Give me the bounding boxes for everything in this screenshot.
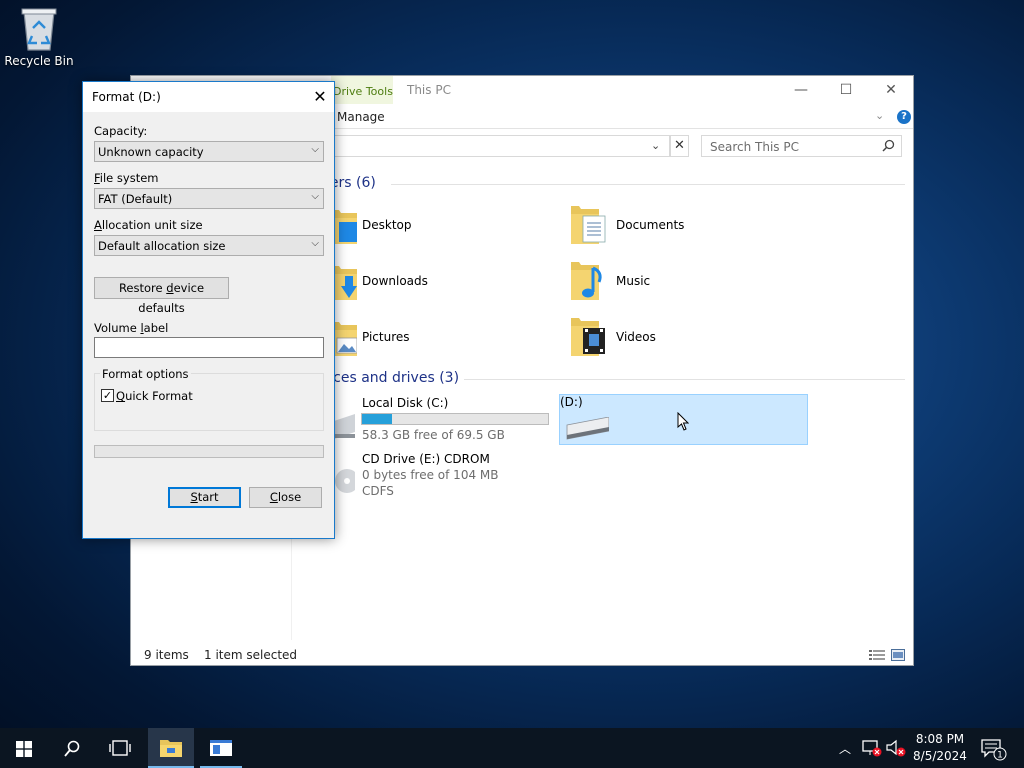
folder-name: Music [616, 274, 651, 288]
recycle-bin-label: Recycle Bin [4, 54, 74, 68]
volume-label-input[interactable] [94, 337, 324, 358]
show-hidden-icons-chevron-icon[interactable]: ︿ [839, 740, 851, 757]
status-bar: 9 items 1 item selected [131, 644, 913, 666]
minimize-button[interactable]: — [786, 81, 816, 101]
folder-pictures[interactable]: Pictures [321, 316, 551, 360]
folder-name: Desktop [362, 218, 412, 232]
search-box[interactable]: Search This PC [701, 135, 902, 157]
format-window-icon [210, 740, 232, 756]
selection-count: 1 item selected [204, 648, 298, 662]
dialog-title: Format (D:) [92, 90, 161, 104]
address-history-chevron-icon[interactable]: ⌄ [651, 139, 660, 152]
capacity-label: Capacity: [94, 124, 148, 138]
drive-free-space: 0 bytes free of 104 MB [362, 468, 499, 482]
search-placeholder: Search This PC [710, 140, 799, 154]
mouse-cursor-icon [677, 412, 689, 431]
item-count: 9 items [144, 648, 189, 662]
task-view-icon [109, 740, 131, 756]
format-dialog: Format (D:) ✕ Capacity: Unknown capacity… [82, 81, 335, 539]
dialog-close-icon[interactable]: ✕ [310, 87, 330, 107]
dialog-title-bar[interactable]: Format (D:) ✕ [83, 82, 334, 112]
folder-downloads[interactable]: Downloads [321, 260, 551, 304]
task-view-button[interactable] [96, 728, 144, 768]
chevron-down-icon: ⌵ [311, 144, 319, 155]
close-button[interactable]: Close [249, 487, 322, 508]
file-system-value: FAT (Default) [98, 192, 173, 206]
devices-group-divider [464, 379, 905, 380]
clock[interactable]: 8:08 PM 8/5/2024 [908, 731, 972, 765]
window-title: This PC [407, 83, 451, 97]
clock-time: 8:08 PM [915, 732, 965, 746]
volume-label-label: Volume label [94, 321, 169, 335]
windows-logo-icon [16, 741, 32, 757]
folder-name: Documents [616, 218, 685, 232]
drive-e[interactable]: CD Drive (E:) CDROM 0 bytes free of 104 … [321, 450, 553, 502]
manage-tab[interactable]: Manage [337, 110, 385, 124]
recycle-bin-icon [18, 6, 60, 52]
drive-tools-label: Drive Tools [333, 85, 393, 98]
taskbar-format-dialog[interactable] [198, 728, 244, 768]
drive-c-usage-fill [362, 414, 392, 424]
folder-name: Pictures [362, 330, 410, 344]
folder-documents[interactable]: Documents [569, 204, 809, 248]
folder-name: Videos [616, 330, 656, 344]
music-folder-icon [571, 262, 602, 300]
recycle-bin[interactable]: Recycle Bin [2, 6, 76, 68]
volume-muted-icon[interactable] [886, 739, 906, 757]
format-options-label: Format options [100, 367, 191, 381]
start-button-taskbar[interactable] [0, 728, 48, 768]
capacity-value: Unknown capacity [98, 145, 204, 159]
search-icon [64, 740, 80, 757]
chevron-down-icon: ⌵ [311, 238, 319, 249]
drive-name: Local Disk (C:) [362, 396, 449, 410]
drive-d[interactable]: (D:) [559, 394, 808, 445]
drive-tools-tab[interactable]: Drive Tools [331, 76, 393, 104]
notification-count: 1 [997, 751, 1003, 761]
address-bar[interactable] [321, 135, 670, 157]
documents-folder-icon [571, 206, 606, 244]
drive-free-space: 58.3 GB free of 69.5 GB [362, 428, 505, 442]
file-explorer-icon [160, 740, 182, 757]
drive-name: CD Drive (E:) CDROM [362, 452, 490, 466]
expand-ribbon-chevron-icon[interactable]: ⌄ [875, 109, 884, 122]
folder-desktop[interactable]: Desktop [321, 204, 551, 248]
taskbar-search-button[interactable] [48, 728, 96, 768]
tiles-view-icon[interactable] [891, 649, 905, 661]
start-button[interactable]: Start [168, 487, 241, 508]
devices-group-header[interactable]: vices and drives (3) [321, 370, 459, 386]
file-system-dropdown[interactable]: FAT (Default) ⌵ [94, 188, 324, 209]
folder-music[interactable]: Music [569, 260, 809, 304]
allocation-unit-value: Default allocation size [98, 239, 226, 253]
details-view-icon[interactable] [869, 649, 885, 661]
clock-date: 8/5/2024 [913, 749, 967, 763]
quick-format-checkbox[interactable]: ✓ [101, 389, 114, 402]
restore-device-defaults-button[interactable]: Restore device defaults [94, 277, 229, 315]
network-disconnected-icon[interactable] [862, 739, 882, 757]
folder-name: Downloads [362, 274, 428, 288]
close-window-button[interactable]: ✕ [876, 81, 906, 101]
drive-file-system: CDFS [362, 484, 394, 498]
maximize-button[interactable]: ☐ [831, 81, 861, 101]
allocation-unit-label: Allocation unit size [94, 218, 203, 232]
chevron-down-icon: ⌵ [311, 191, 319, 202]
folders-group-divider [391, 184, 905, 185]
drive-name: (D:) [560, 395, 583, 409]
folder-videos[interactable]: Videos [569, 316, 809, 360]
videos-folder-icon [571, 318, 605, 356]
taskbar-file-explorer[interactable] [148, 728, 194, 768]
file-system-label: File system [94, 171, 159, 185]
action-center-icon[interactable]: 1 [981, 739, 1007, 761]
clear-address-button[interactable]: ✕ [670, 135, 689, 157]
search-icon [882, 139, 895, 152]
format-progress-bar [94, 445, 324, 458]
help-icon[interactable]: ? [897, 110, 911, 124]
capacity-dropdown[interactable]: Unknown capacity ⌵ [94, 141, 324, 162]
drive-c-usage-bar [361, 413, 549, 425]
quick-format-label[interactable]: Quick Format [116, 389, 193, 403]
allocation-unit-dropdown[interactable]: Default allocation size ⌵ [94, 235, 324, 256]
removable-drive-icon [566, 417, 609, 440]
